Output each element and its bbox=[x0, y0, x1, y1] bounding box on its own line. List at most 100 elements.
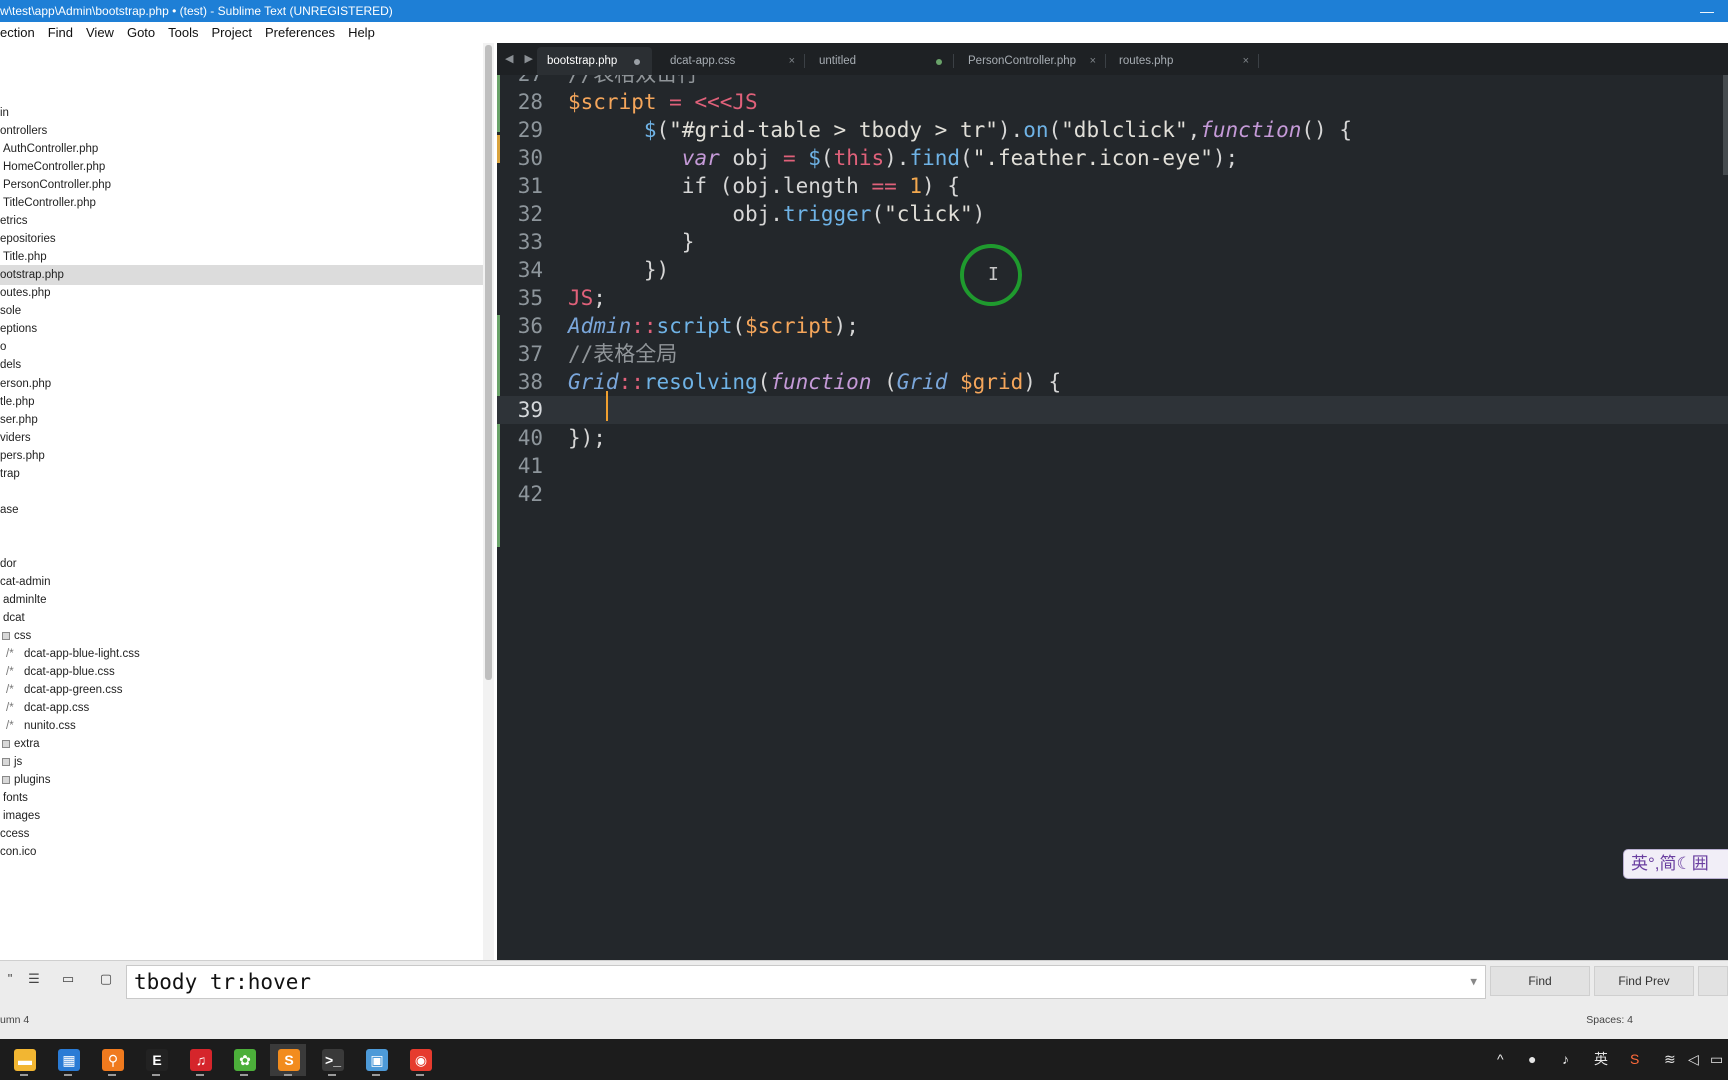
tray-lang[interactable]: 英 bbox=[1594, 1039, 1608, 1080]
tree-item[interactable]: /* dcat-app.css bbox=[0, 698, 483, 718]
code-editor[interactable]: 27//表格双击行28$script = <<<JS29 $("#grid-ta… bbox=[497, 75, 1728, 960]
tree-item[interactable]: /* dcat-app-green.css bbox=[0, 680, 483, 700]
tree-item[interactable]: dor bbox=[0, 554, 483, 574]
find-button[interactable]: Find bbox=[1490, 966, 1590, 996]
code-line[interactable]: 32 obj.trigger("click") bbox=[497, 200, 1728, 228]
tree-item[interactable]: epositories bbox=[0, 229, 483, 249]
find-all-button[interactable] bbox=[1698, 966, 1728, 996]
code-line[interactable]: 40}); bbox=[497, 424, 1728, 452]
menu-item-ection[interactable]: ection bbox=[0, 22, 35, 43]
tree-item[interactable]: js bbox=[0, 752, 483, 772]
tree-item[interactable]: tle.php bbox=[0, 392, 483, 412]
code-line[interactable]: 30 var obj = $(this).find(".feather.icon… bbox=[497, 144, 1728, 172]
tab-personcontroller-php[interactable]: PersonController.php × bbox=[958, 47, 1106, 75]
wifi-icon[interactable]: ≋ bbox=[1664, 1039, 1676, 1080]
code-line[interactable]: 36 Admin::script($script); bbox=[497, 312, 1728, 340]
tree-item[interactable]: /* nunito.css bbox=[0, 716, 483, 736]
word-icon[interactable]: ▭ bbox=[58, 971, 78, 989]
find-prev-button[interactable]: Find Prev bbox=[1594, 966, 1694, 996]
taskbar-music-icon[interactable]: ♫ bbox=[182, 1044, 218, 1076]
code-line[interactable]: 37 //表格全局 bbox=[497, 340, 1728, 368]
tree-item[interactable]: AuthController.php bbox=[0, 139, 483, 159]
tree-item[interactable]: in bbox=[0, 103, 483, 123]
minimize-button[interactable]: — bbox=[1700, 0, 1714, 22]
tree-item[interactable]: ase bbox=[0, 500, 483, 520]
code-line[interactable]: 41 bbox=[497, 452, 1728, 480]
tray-ime-icon[interactable]: S bbox=[1630, 1039, 1639, 1080]
close-icon[interactable]: × bbox=[1090, 47, 1096, 75]
tree-item[interactable]: /* dcat-app-blue.css bbox=[0, 662, 483, 682]
microphone-icon[interactable]: ♪ bbox=[1562, 1039, 1569, 1080]
tree-item[interactable]: adminlte bbox=[0, 590, 483, 610]
code-line[interactable]: 42 bbox=[497, 480, 1728, 508]
code-line[interactable]: 39 bbox=[497, 396, 1728, 424]
tab-scroll-arrows-icon[interactable]: ◀ ▶ bbox=[505, 52, 537, 65]
minimap-edge[interactable] bbox=[1723, 75, 1728, 175]
tree-item[interactable]: o bbox=[0, 337, 483, 357]
ime-status-bar[interactable]: 英°,简☾囲 bbox=[1623, 849, 1728, 879]
tree-item[interactable]: ser.php bbox=[0, 410, 483, 430]
tree-item[interactable]: plugins bbox=[0, 770, 483, 790]
tree-item[interactable]: fonts bbox=[0, 788, 483, 808]
tree-item[interactable]: viders bbox=[0, 428, 483, 448]
code-line[interactable]: 29 $("#grid-table > tbody > tr").on("dbl… bbox=[497, 116, 1728, 144]
tree-item[interactable]: sole bbox=[0, 301, 483, 321]
tab-dcat-app-css[interactable]: dcat-app.css × bbox=[660, 47, 805, 75]
tree-item[interactable]: outes.php bbox=[0, 283, 483, 303]
menu-item-find[interactable]: Find bbox=[48, 22, 73, 43]
tree-item[interactable] bbox=[0, 518, 483, 538]
taskbar-editor-e-icon[interactable]: E bbox=[138, 1044, 174, 1076]
taskbar-remote-icon[interactable]: ▣ bbox=[358, 1044, 394, 1076]
tree-item[interactable]: pers.php bbox=[0, 446, 483, 466]
code-line[interactable]: 35 JS; bbox=[497, 284, 1728, 312]
code-line[interactable]: 38 Grid::resolving(function (Grid $grid) … bbox=[497, 368, 1728, 396]
tree-item[interactable]: HomeController.php bbox=[0, 157, 483, 177]
case-icon[interactable]: ☰ bbox=[24, 971, 44, 989]
tree-item[interactable] bbox=[0, 536, 483, 556]
close-icon[interactable]: × bbox=[789, 47, 795, 75]
code-line[interactable]: 27 //表格双击行 bbox=[497, 75, 1728, 88]
tree-item[interactable]: eptions bbox=[0, 319, 483, 339]
tree-item[interactable]: /* dcat-app-blue-light.css bbox=[0, 644, 483, 664]
tree-item[interactable]: images bbox=[0, 806, 483, 826]
menu-item-view[interactable]: View bbox=[86, 22, 114, 43]
find-history-dropdown-icon[interactable]: ▼ bbox=[1470, 966, 1477, 998]
tray-chevron-icon[interactable]: ^ bbox=[1497, 1039, 1504, 1080]
taskbar-sublime-icon[interactable]: S bbox=[270, 1044, 306, 1076]
find-input[interactable]: tbody tr:hover ▼ bbox=[126, 965, 1486, 999]
unsaved-dot-icon[interactable] bbox=[936, 59, 942, 65]
taskbar-recorder-icon[interactable]: ◉ bbox=[402, 1044, 438, 1076]
notification-icon[interactable]: ▭ bbox=[1710, 1039, 1723, 1080]
close-icon[interactable]: × bbox=[1243, 47, 1249, 75]
tree-item[interactable]: erson.php bbox=[0, 374, 483, 394]
menu-item-help[interactable]: Help bbox=[348, 22, 375, 43]
tree-item[interactable]: Title.php bbox=[0, 247, 483, 267]
tree-item[interactable]: dels bbox=[0, 355, 483, 375]
tree-item[interactable]: trap bbox=[0, 464, 483, 484]
tray-app-icon[interactable]: ● bbox=[1528, 1039, 1536, 1080]
indentation-setting[interactable]: Spaces: 4 bbox=[1586, 1002, 1633, 1039]
tree-item[interactable]: extra bbox=[0, 734, 483, 754]
taskbar-gecko-icon[interactable]: ✿ bbox=[226, 1044, 262, 1076]
regex-icon[interactable]: " bbox=[0, 971, 20, 989]
tree-item[interactable]: con.ico bbox=[0, 842, 483, 862]
tree-item[interactable]: etrics bbox=[0, 211, 483, 231]
tree-item[interactable]: dcat bbox=[0, 608, 483, 628]
menu-item-tools[interactable]: Tools bbox=[168, 22, 198, 43]
tab-routes-php[interactable]: routes.php × bbox=[1109, 47, 1259, 75]
taskbar-file-explorer-icon[interactable]: ▬ bbox=[6, 1044, 42, 1076]
sidebar-scrollbar[interactable] bbox=[485, 45, 492, 680]
tree-item[interactable]: ontrollers bbox=[0, 121, 483, 141]
wrap-icon[interactable]: ▢ bbox=[96, 971, 116, 989]
tree-item[interactable]: TitleController.php bbox=[0, 193, 483, 213]
code-line[interactable]: 34 }) bbox=[497, 256, 1728, 284]
code-line[interactable]: 33 } bbox=[497, 228, 1728, 256]
tree-item[interactable]: ccess bbox=[0, 824, 483, 844]
menu-item-goto[interactable]: Goto bbox=[127, 22, 155, 43]
volume-icon[interactable]: ◁ bbox=[1688, 1039, 1699, 1080]
tab-bootstrap-php[interactable]: bootstrap.php bbox=[537, 47, 652, 75]
code-line[interactable]: 28 $script = <<<JS bbox=[497, 88, 1728, 116]
tree-item[interactable]: cat-admin bbox=[0, 572, 483, 592]
taskbar-search-tool-icon[interactable]: ⚲ bbox=[94, 1044, 130, 1076]
menu-item-preferences[interactable]: Preferences bbox=[265, 22, 335, 43]
